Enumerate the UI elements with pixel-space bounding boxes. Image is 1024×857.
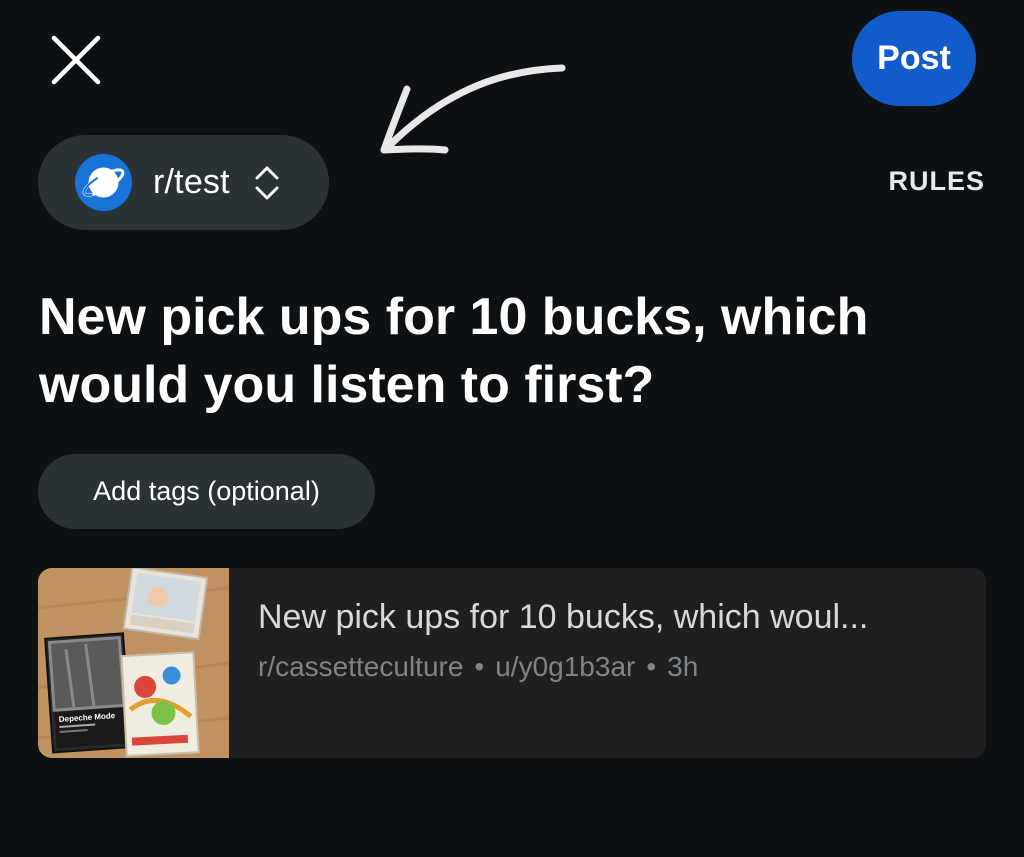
community-name: r/test bbox=[153, 163, 230, 201]
close-icon bbox=[51, 35, 101, 85]
rules-link[interactable]: RULES bbox=[888, 166, 985, 197]
crosspost-title: New pick ups for 10 bucks, which woul... bbox=[258, 598, 869, 636]
crosspost-author[interactable]: u/y0g1b3ar bbox=[495, 651, 635, 682]
arrow-annotation-icon bbox=[380, 64, 566, 154]
crosspost-subreddit[interactable]: r/cassetteculture bbox=[258, 651, 463, 682]
post-button[interactable]: Post bbox=[852, 11, 976, 106]
chevron-up-down-icon bbox=[255, 166, 279, 199]
meta-separator: • bbox=[474, 651, 485, 682]
planet-icon bbox=[75, 154, 132, 211]
crosspost-age: 3h bbox=[667, 651, 699, 682]
close-button[interactable] bbox=[44, 28, 108, 92]
post-thumbnail: Depeche Mode bbox=[38, 568, 229, 758]
create-post-screen: Post r/test RULES New pick ups for 10 bu… bbox=[0, 0, 1024, 857]
crosspost-card[interactable]: Depeche Mode New pick ups for 10 bucks, … bbox=[38, 568, 986, 758]
post-title-input[interactable]: New pick ups for 10 bucks, which would y… bbox=[39, 283, 989, 419]
add-tags-button[interactable]: Add tags (optional) bbox=[38, 454, 375, 529]
crosspost-meta: r/cassetteculture • u/y0g1b3ar • 3h bbox=[258, 651, 698, 683]
meta-separator: • bbox=[646, 651, 657, 682]
community-selector[interactable]: r/test bbox=[38, 135, 329, 230]
